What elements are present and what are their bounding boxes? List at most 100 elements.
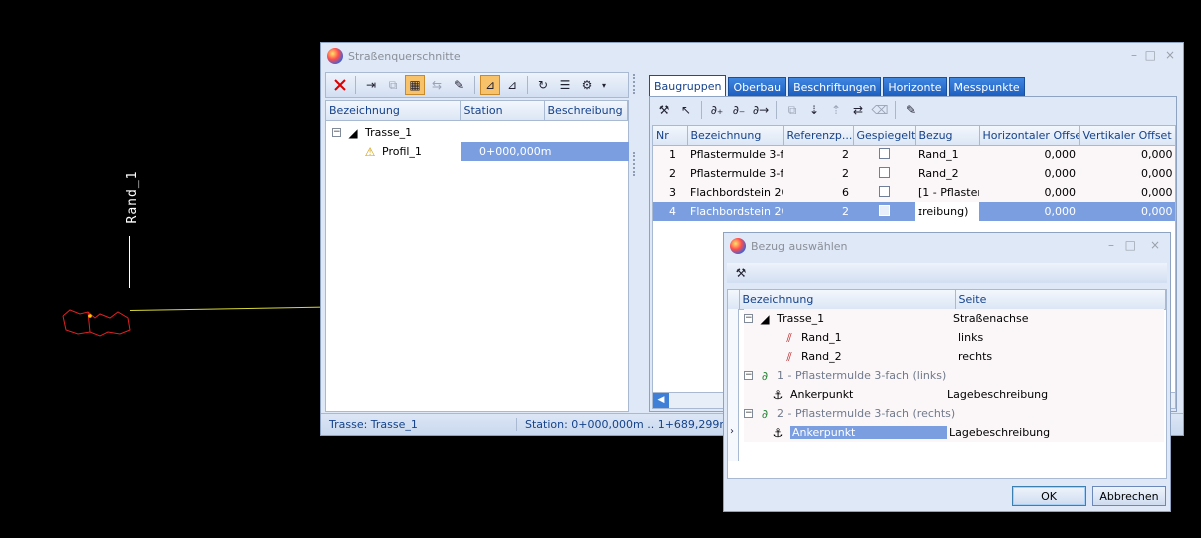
- main-titlebar[interactable]: Straßenquerschnitte – □ ×: [321, 43, 1183, 69]
- pen-icon[interactable]: ✎: [901, 100, 921, 120]
- col-station[interactable]: Station: [460, 101, 545, 121]
- cell-ref: 6: [842, 186, 849, 199]
- copy-icon[interactable]: ⧉: [383, 75, 403, 95]
- tree-row-anker2-selected[interactable]: ⚓ Ankerpunkt Lagebeschreibung: [744, 423, 1164, 442]
- tab-horizonte[interactable]: Horizonte: [883, 77, 947, 96]
- profil-station-cell[interactable]: 0+000,000m: [461, 142, 629, 161]
- cell-gespiegelt[interactable]: [853, 202, 915, 221]
- col-vertikaler-offset[interactable]: Vertikaler Offset: [1079, 126, 1175, 146]
- row-indicator: [728, 309, 739, 461]
- pen-icon[interactable]: ✎: [449, 75, 469, 95]
- swap-icon[interactable]: ⇄: [848, 100, 868, 120]
- minimize-icon[interactable]: –: [1108, 238, 1114, 252]
- pick-icon[interactable]: ⚒: [731, 265, 751, 281]
- anchor-icon: ⚓: [772, 425, 784, 440]
- cell-bezug[interactable]: ɪreibung): [915, 202, 979, 221]
- ok-button[interactable]: OK: [1012, 486, 1086, 506]
- collapse-icon[interactable]: −: [744, 409, 753, 418]
- point-add-icon[interactable]: ∂₊: [707, 100, 727, 120]
- assembly-add-icon[interactable]: ⚒: [654, 100, 674, 120]
- col-bezug[interactable]: Bezug: [915, 126, 980, 146]
- col-referenzpunkt[interactable]: Referenzp...: [783, 126, 854, 146]
- scroll-left-arrow[interactable]: ◀: [653, 393, 669, 408]
- tab-baugruppen[interactable]: Baugruppen: [649, 75, 727, 96]
- table-row[interactable]: 3 Flachbordstein 20 › 6 [1 - Pflasterr 0…: [653, 183, 1175, 202]
- left-toolbar: ⇥ ⧉ ▦ ⇆ ✎ ⊿ ⊿ ↻ ☰ ⚙ ▾: [325, 72, 629, 98]
- tree-label: 2 - Pflastermulde 3-fach (rechts): [777, 407, 956, 420]
- move-down-icon[interactable]: ⇣: [804, 100, 824, 120]
- dialog-titlebar[interactable]: Bezug auswählen – □ ×: [724, 233, 1170, 259]
- tree-label: Profil_1: [382, 145, 422, 158]
- cell-gespiegelt[interactable]: [853, 145, 915, 164]
- toolbar-overflow-icon[interactable]: ▾: [599, 75, 609, 95]
- tree-label: Ankerpunkt: [790, 388, 854, 401]
- col-bezeichnung[interactable]: Bezeichnung: [326, 101, 461, 121]
- tab-messpunkte[interactable]: Messpunkte: [948, 77, 1025, 96]
- col-seite[interactable]: Seite: [955, 290, 1166, 310]
- collapse-icon[interactable]: −: [744, 314, 753, 323]
- checkbox[interactable]: [878, 204, 890, 216]
- checkbox[interactable]: [878, 185, 890, 197]
- move-icon[interactable]: ⇆: [427, 75, 447, 95]
- cell-hoffset: 0,000: [1044, 167, 1077, 180]
- toolbar-separator: [527, 76, 528, 94]
- col-bezeichnung[interactable]: Bezeichnung: [687, 126, 784, 146]
- clear-icon[interactable]: ⌫: [870, 100, 890, 120]
- cad-vertical-line: [129, 236, 130, 288]
- table-row[interactable]: 1 Pflastermulde 3-fach 2 Rand_1 0,000 0,…: [653, 145, 1175, 164]
- profile-edit-icon[interactable]: ⊿: [502, 75, 522, 95]
- close-icon[interactable]: ×: [1165, 48, 1175, 62]
- tab-beschriftungen[interactable]: Beschriftungen: [788, 77, 882, 96]
- tab-strip: Baugruppen Oberbau Beschriftungen Horizo…: [649, 72, 1181, 96]
- cell-ref: 2: [842, 148, 849, 162]
- tree-row-group2[interactable]: − ∂ 2 - Pflastermulde 3-fach (rechts): [744, 404, 1164, 423]
- cell-gespiegelt[interactable]: [853, 164, 915, 183]
- left-tree-table: Bezeichnung Station Beschreibung − ◢ Tra…: [325, 100, 629, 412]
- table-row[interactable]: 2 Pflastermulde 3-fach 2 Rand_2 0,000 0,…: [653, 164, 1175, 183]
- cell-bezug: Rand_2: [918, 167, 959, 180]
- tree-row-rand1[interactable]: ⫽ Rand_1 links: [744, 328, 1164, 347]
- tree-row-trasse[interactable]: − ◢ Trasse_1 Straßenachse: [744, 309, 1164, 328]
- tree-row-group1[interactable]: − ∂ 1 - Pflastermulde 3-fach (links): [744, 366, 1164, 385]
- col-bezeichnung[interactable]: Bezeichnung: [739, 290, 956, 310]
- tree-row-anker1[interactable]: ⚓ Ankerpunkt Lagebeschreibung: [744, 385, 1164, 404]
- cursor-icon[interactable]: ↖: [676, 100, 696, 120]
- close-icon[interactable]: ×: [1150, 238, 1160, 252]
- tree-label: Trasse_1: [777, 312, 825, 325]
- refresh-icon[interactable]: ↻: [533, 75, 553, 95]
- list-icon[interactable]: ☰: [555, 75, 575, 95]
- cell-gespiegelt[interactable]: [853, 183, 915, 202]
- table-row-selected[interactable]: 4 Flachbordstein 20 › 2 ɪreibung) 0,000 …: [653, 202, 1175, 221]
- properties-icon[interactable]: ⚙: [577, 75, 597, 95]
- profile-icon[interactable]: ⊿: [480, 75, 500, 95]
- maximize-icon[interactable]: □: [1125, 238, 1136, 252]
- col-beschreibung[interactable]: Beschreibung: [544, 101, 628, 121]
- collapse-icon[interactable]: −: [744, 371, 753, 380]
- col-nr[interactable]: Nr: [653, 126, 688, 146]
- checkbox[interactable]: [878, 147, 890, 159]
- tree-row-rand2[interactable]: ⫽ Rand_2 rechts: [744, 347, 1164, 366]
- tree-row-profil[interactable]: ⚠ Profil_1: [362, 142, 422, 161]
- maximize-icon[interactable]: □: [1145, 48, 1156, 62]
- collapse-icon[interactable]: −: [332, 128, 341, 137]
- move-up-icon[interactable]: ⇡: [826, 100, 846, 120]
- tree-row-trasse[interactable]: − ◢ Trasse_1: [332, 123, 412, 142]
- right-toolbar: ⚒ ↖ ∂₊ ∂₋ ∂→ ⧉ ⇣ ⇡ ⇄ ⌫ ✎: [650, 97, 1176, 123]
- point-move-icon[interactable]: ∂→: [751, 100, 771, 120]
- cell-voffset: 0,000: [1141, 148, 1173, 162]
- tree-seite: links: [958, 331, 984, 344]
- copy-icon[interactable]: ⧉: [782, 100, 802, 120]
- checkbox[interactable]: [878, 166, 890, 178]
- minimize-icon[interactable]: –: [1131, 48, 1137, 62]
- point-remove-icon[interactable]: ∂₋: [729, 100, 749, 120]
- assembly-icon: ∂: [761, 368, 769, 383]
- col-gespiegelt[interactable]: Gespiegelt: [853, 126, 916, 146]
- delete-icon[interactable]: [330, 75, 350, 95]
- insert-icon[interactable]: ⇥: [361, 75, 381, 95]
- pane-splitter[interactable]: [631, 72, 643, 412]
- tab-oberbau[interactable]: Oberbau: [728, 77, 787, 96]
- cancel-button[interactable]: Abbrechen: [1092, 486, 1166, 506]
- col-horizontaler-offset[interactable]: Horizontaler Offset: [979, 126, 1080, 146]
- cad-axis-line: [129, 306, 322, 311]
- table-edit-icon[interactable]: ▦: [405, 75, 425, 95]
